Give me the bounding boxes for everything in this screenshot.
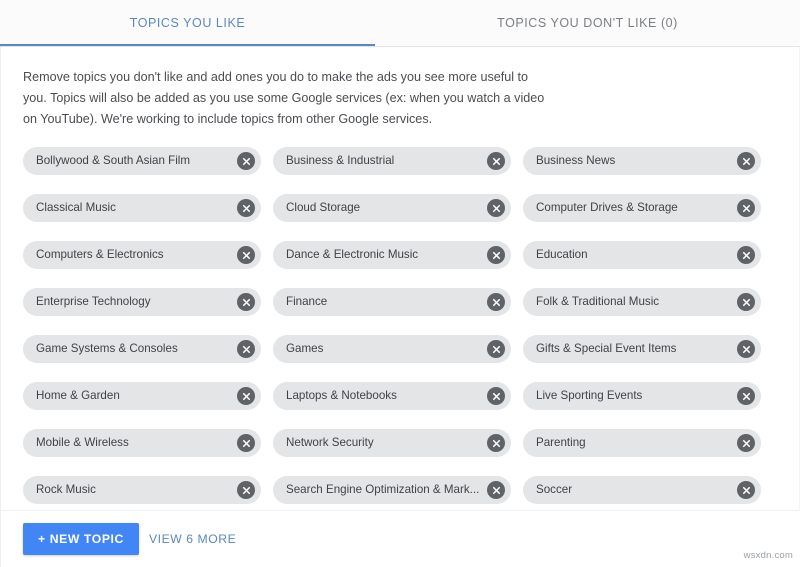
description-text: Remove topics you don't like and add one… (23, 70, 545, 126)
topic-chip[interactable]: Live Sporting Events (523, 382, 761, 410)
close-circle-icon[interactable] (737, 293, 755, 311)
topic-chip-label: Home & Garden (36, 389, 120, 402)
topic-chip-label: Finance (286, 295, 328, 308)
close-circle-icon[interactable] (237, 152, 255, 170)
topic-chip-grid: Bollywood & South Asian Film Business & I… (1, 147, 800, 523)
topic-chip-label: Search Engine Optimization & Mark... (286, 483, 480, 496)
topic-chip[interactable]: Business & Industrial (273, 147, 511, 175)
topic-chip[interactable]: Education (523, 241, 761, 269)
topic-chip-label: Mobile & Wireless (36, 436, 129, 449)
topic-chip[interactable]: Computers & Electronics (23, 241, 261, 269)
close-circle-icon[interactable] (487, 199, 505, 217)
topic-chip[interactable]: Cloud Storage (273, 194, 511, 222)
topic-chip-label: Bollywood & South Asian Film (36, 154, 191, 167)
topic-chip[interactable]: Home & Garden (23, 382, 261, 410)
topic-chip[interactable]: Mobile & Wireless (23, 429, 261, 457)
topic-chip[interactable]: Computer Drives & Storage (523, 194, 761, 222)
topic-chip[interactable]: Games (273, 335, 511, 363)
topic-chip-label: Education (536, 248, 588, 261)
topics-settings-page: TOPICS YOU LIKE TOPICS YOU DON'T LIKE (0… (0, 0, 800, 567)
close-circle-icon[interactable] (737, 387, 755, 405)
topic-chip[interactable]: Search Engine Optimization & Mark... (273, 476, 511, 504)
topic-chip-label: Business News (536, 154, 616, 167)
topic-chip-label: Game Systems & Consoles (36, 342, 178, 355)
topic-chip[interactable]: Soccer (523, 476, 761, 504)
close-circle-icon[interactable] (737, 434, 755, 452)
topic-chip[interactable]: Finance (273, 288, 511, 316)
topic-chip-label: Computer Drives & Storage (536, 201, 678, 214)
close-circle-icon[interactable] (237, 340, 255, 358)
footer-actions: + NEW TOPIC VIEW 6 MORE wsxdn.com (1, 510, 800, 567)
tab-topics-you-like[interactable]: TOPICS YOU LIKE (0, 0, 375, 47)
close-circle-icon[interactable] (737, 246, 755, 264)
tab-topics-you-dont-like[interactable]: TOPICS YOU DON'T LIKE (0) (375, 0, 800, 47)
topic-chip-label: Folk & Traditional Music (536, 295, 660, 308)
topic-chip[interactable]: Dance & Electronic Music (273, 241, 511, 269)
close-circle-icon[interactable] (237, 199, 255, 217)
topic-chip[interactable]: Folk & Traditional Music (523, 288, 761, 316)
close-circle-icon[interactable] (237, 434, 255, 452)
close-circle-icon[interactable] (237, 481, 255, 499)
topic-chip-label: Dance & Electronic Music (286, 248, 419, 261)
watermark: wsxdn.com (743, 550, 793, 561)
topic-chip-label: Computers & Electronics (36, 248, 164, 261)
topic-chip[interactable]: Rock Music (23, 476, 261, 504)
topic-chip-label: Enterprise Technology (36, 295, 151, 308)
topic-chip[interactable]: Classical Music (23, 194, 261, 222)
topic-chip-label: Network Security (286, 436, 374, 449)
topic-chip-label: Cloud Storage (286, 201, 361, 214)
topic-chip[interactable]: Gifts & Special Event Items (523, 335, 761, 363)
close-circle-icon[interactable] (237, 246, 255, 264)
active-tab-indicator (0, 44, 375, 46)
new-topic-button[interactable]: + NEW TOPIC (23, 523, 139, 555)
close-circle-icon[interactable] (487, 340, 505, 358)
close-circle-icon[interactable] (487, 152, 505, 170)
close-circle-icon[interactable] (737, 152, 755, 170)
close-circle-icon[interactable] (237, 387, 255, 405)
topic-chip[interactable]: Network Security (273, 429, 511, 457)
topic-chip[interactable]: Enterprise Technology (23, 288, 261, 316)
close-circle-icon[interactable] (737, 340, 755, 358)
topic-chip[interactable]: Laptops & Notebooks (273, 382, 511, 410)
tab-bar: TOPICS YOU LIKE TOPICS YOU DON'T LIKE (0… (0, 0, 800, 47)
topic-chip[interactable]: Game Systems & Consoles (23, 335, 261, 363)
topic-chip-label: Gifts & Special Event Items (536, 342, 677, 355)
topic-chip-label: Laptops & Notebooks (286, 389, 397, 402)
close-circle-icon[interactable] (487, 246, 505, 264)
topic-chip-label: Games (286, 342, 324, 355)
topic-chip-label: Rock Music (36, 483, 96, 496)
topic-chip-label: Business & Industrial (286, 154, 395, 167)
topic-chip[interactable]: Business News (523, 147, 761, 175)
topic-chip[interactable]: Parenting (523, 429, 761, 457)
topic-chip[interactable]: Bollywood & South Asian Film (23, 147, 261, 175)
topic-chip-label: Classical Music (36, 201, 116, 214)
close-circle-icon[interactable] (737, 199, 755, 217)
close-circle-icon[interactable] (487, 434, 505, 452)
close-circle-icon[interactable] (487, 387, 505, 405)
topic-chip-label: Parenting (536, 436, 586, 449)
close-circle-icon[interactable] (487, 293, 505, 311)
close-circle-icon[interactable] (237, 293, 255, 311)
topic-chip-label: Live Sporting Events (536, 389, 643, 402)
close-circle-icon[interactable] (487, 481, 505, 499)
view-more-button[interactable]: VIEW 6 MORE (149, 523, 236, 555)
topic-chip-label: Soccer (536, 483, 573, 496)
close-circle-icon[interactable] (737, 481, 755, 499)
content-area: Remove topics you don't like and add one… (0, 47, 800, 567)
